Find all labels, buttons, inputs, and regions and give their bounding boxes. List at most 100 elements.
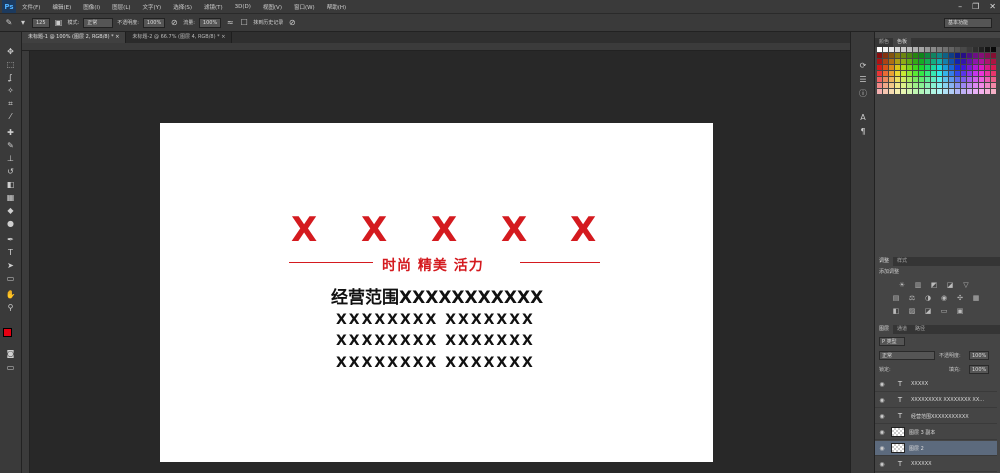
posterize-icon[interactable]: ▨ — [907, 307, 917, 316]
color-swatch[interactable] — [931, 65, 936, 70]
color-swatch[interactable] — [961, 77, 966, 82]
color-swatch[interactable] — [925, 65, 930, 70]
color-swatch[interactable] — [937, 83, 942, 88]
history-panel-icon[interactable]: ⟳ — [857, 60, 869, 72]
color-swatch[interactable] — [919, 47, 924, 52]
dodge-tool-icon[interactable]: ● — [4, 218, 17, 229]
color-swatch[interactable] — [973, 53, 978, 58]
color-swatch[interactable] — [949, 89, 954, 94]
menu-edit[interactable]: 编辑(E) — [46, 3, 77, 11]
color-swatch[interactable] — [955, 77, 960, 82]
layer-opacity-input[interactable]: 100% — [969, 351, 989, 360]
color-swatch[interactable] — [913, 59, 918, 64]
eraser-tool-icon[interactable]: ✎ — [4, 18, 14, 28]
color-swatch[interactable] — [883, 53, 888, 58]
healing-tool-icon[interactable]: ✚ — [4, 127, 17, 138]
color-swatch[interactable] — [967, 53, 972, 58]
color-swatch[interactable] — [985, 47, 990, 52]
color-swatch[interactable] — [901, 59, 906, 64]
color-swatch[interactable] — [883, 47, 888, 52]
color-swatch[interactable] — [979, 65, 984, 70]
color-swatch[interactable] — [901, 53, 906, 58]
color-swatch[interactable] — [919, 89, 924, 94]
gradient-tool-icon[interactable]: ▦ — [4, 192, 17, 203]
color-swatch[interactable] — [973, 83, 978, 88]
visibility-eye-icon[interactable]: ◉ — [877, 413, 887, 420]
color-swatch[interactable] — [919, 83, 924, 88]
color-swatch[interactable] — [895, 89, 900, 94]
color-swatch[interactable] — [931, 77, 936, 82]
tab-layers[interactable]: 图层 — [875, 325, 894, 334]
color-swatch[interactable] — [949, 53, 954, 58]
color-swatch[interactable] — [883, 83, 888, 88]
chevron-down-icon[interactable]: ▾ — [18, 18, 28, 28]
color-swatch[interactable] — [889, 53, 894, 58]
tab-document-2[interactable]: 未标题-2 @ 66.7% (图层 4, RGB/8) * × — [126, 32, 233, 43]
minimize-button[interactable]: – — [958, 2, 962, 11]
color-swatch[interactable] — [943, 83, 948, 88]
color-swatch[interactable] — [955, 65, 960, 70]
color-swatch[interactable] — [913, 83, 918, 88]
tab-styles[interactable]: 样式 — [893, 257, 911, 266]
color-swatch[interactable] — [967, 71, 972, 76]
color-swatch[interactable] — [961, 65, 966, 70]
color-swatch[interactable] — [925, 83, 930, 88]
color-swatch[interactable] — [919, 77, 924, 82]
selective-color-icon[interactable]: ▣ — [955, 307, 965, 316]
color-swatch[interactable] — [931, 83, 936, 88]
color-swatch[interactable] — [925, 89, 930, 94]
flow-input[interactable]: 100% — [198, 17, 222, 28]
layer-row[interactable]: ◉ 图层 3 副本 — [875, 425, 997, 440]
document-canvas[interactable]: X X X X X 时尚 精美 活力 经营范围XXXXXXXXXXX XXXXX… — [160, 123, 713, 462]
color-swatch[interactable] — [949, 71, 954, 76]
history-checkbox[interactable]: ☐ — [239, 18, 249, 28]
color-swatch[interactable] — [985, 89, 990, 94]
color-swatch[interactable] — [943, 65, 948, 70]
color-swatch[interactable] — [985, 77, 990, 82]
paragraph-panel-icon[interactable]: ¶ — [857, 126, 869, 138]
menu-layer[interactable]: 图层(L) — [106, 3, 136, 11]
color-swatch[interactable] — [949, 47, 954, 52]
color-swatch[interactable] — [985, 65, 990, 70]
color-swatch[interactable] — [967, 59, 972, 64]
menu-file[interactable]: 文件(F) — [16, 3, 46, 11]
color-swatch[interactable] — [877, 71, 882, 76]
color-swatch[interactable] — [901, 47, 906, 52]
airbrush-icon[interactable]: ≈ — [225, 18, 235, 28]
color-swatch[interactable] — [967, 89, 972, 94]
layer-row[interactable]: ◉ T XXXXXXXXX XXXXXXXX XX... — [875, 393, 997, 408]
stamp-tool-icon[interactable]: ⊥ — [4, 153, 17, 164]
color-swatch[interactable] — [937, 59, 942, 64]
color-swatch[interactable] — [925, 47, 930, 52]
color-swatch[interactable] — [925, 77, 930, 82]
color-swatch[interactable] — [961, 59, 966, 64]
color-swatch[interactable] — [889, 77, 894, 82]
color-swatch[interactable] — [991, 77, 996, 82]
color-swatch[interactable] — [979, 53, 984, 58]
color-swatch[interactable] — [907, 83, 912, 88]
blend-mode-select[interactable]: 正常 — [879, 351, 935, 360]
marquee-tool-icon[interactable]: ⬚ — [4, 59, 17, 70]
color-swatch[interactable] — [967, 47, 972, 52]
color-swatch[interactable] — [979, 59, 984, 64]
mode-select[interactable]: 正常 — [83, 17, 114, 28]
tab-swatches[interactable]: 色板 — [893, 38, 912, 47]
color-lookup-icon[interactable]: ▦ — [971, 294, 981, 303]
tab-paths[interactable]: 路径 — [911, 325, 929, 334]
color-swatch[interactable] — [979, 47, 984, 52]
color-swatch[interactable] — [889, 83, 894, 88]
brush-size-picker[interactable]: 125 — [32, 17, 50, 28]
color-swatch[interactable] — [985, 83, 990, 88]
color-swatch[interactable] — [937, 89, 942, 94]
color-swatch[interactable] — [913, 77, 918, 82]
visibility-eye-icon[interactable]: ◉ — [877, 445, 887, 452]
quick-select-icon[interactable]: ✧ — [4, 85, 17, 96]
color-swatch[interactable] — [907, 77, 912, 82]
visibility-eye-icon[interactable]: ◉ — [877, 397, 887, 404]
layer-row[interactable]: ◉ 图层 2 — [875, 441, 997, 456]
menu-image[interactable]: 图像(I) — [77, 3, 106, 11]
hue-saturation-icon[interactable]: ▤ — [891, 294, 901, 303]
color-swatch[interactable] — [955, 71, 960, 76]
color-swatch[interactable] — [943, 53, 948, 58]
color-swatch[interactable] — [913, 89, 918, 94]
